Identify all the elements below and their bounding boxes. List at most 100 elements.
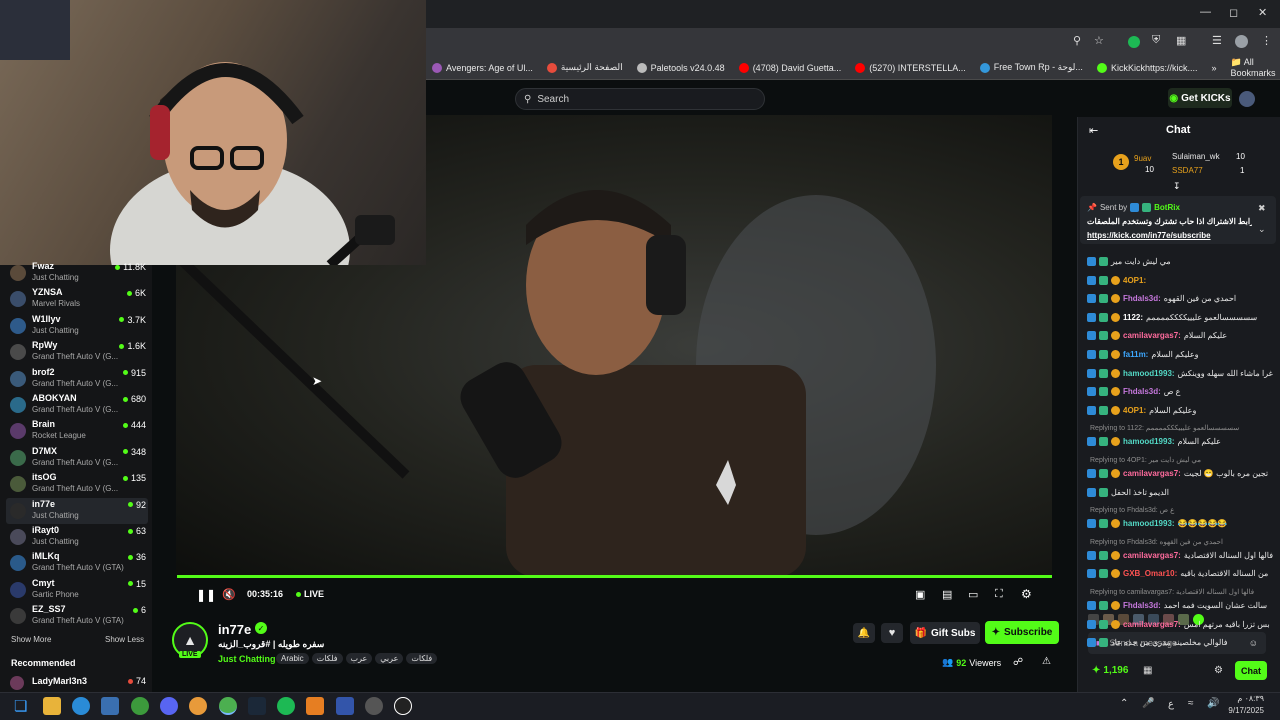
- sidebar-channel[interactable]: RpWy Grand Theft Auto V (G... 1.6K: [6, 339, 148, 365]
- clock-date[interactable]: 9/17/2025: [1224, 706, 1264, 715]
- chat-message[interactable]: Fhdals3d: احمدي من فين القهوه: [1087, 294, 1273, 304]
- chat-message[interactable]: الديمو تاخذ الحفل: [1087, 487, 1273, 497]
- chat-message[interactable]: fa11m: وعليكم السلام: [1087, 350, 1273, 359]
- chat-send-button[interactable]: Chat: [1235, 661, 1267, 680]
- chat-message[interactable]: camilavargas7: عليكم السلام: [1087, 331, 1273, 341]
- sidebar-channel[interactable]: Cmyt Gartic Phone 15: [6, 577, 148, 603]
- obs-icon[interactable]: [365, 697, 383, 715]
- volume-icon[interactable]: 🔊: [1207, 698, 1219, 709]
- sidebar-channel[interactable]: ABOKYAN Grand Theft Auto V (G... 680: [6, 392, 148, 418]
- chat-message[interactable]: camilavargas7: تجين مره بالوب 😁 لجيت: [1087, 469, 1273, 478]
- wifi-icon[interactable]: ≈: [1188, 698, 1194, 709]
- profile-avatar[interactable]: [1235, 35, 1248, 48]
- chat-username[interactable]: camilavargas7:: [1123, 551, 1181, 560]
- stream-tag[interactable]: فلكات: [311, 653, 343, 664]
- all-bookmarks[interactable]: 📁 All Bookmarks: [1230, 57, 1275, 78]
- chat-message[interactable]: Fhdals3d: سالت عشان السويت فمه احمد: [1087, 601, 1273, 610]
- app-icon[interactable]: [336, 697, 354, 715]
- chat-message[interactable]: camilavargas7: فالها اول السناله الاقتصاد…: [1087, 550, 1273, 560]
- chat-message[interactable]: camilavargas7: بس تزرا باقيه مرتهم امس: [1087, 619, 1273, 629]
- channel-name[interactable]: in77e: [218, 622, 251, 637]
- user-avatar[interactable]: [1239, 91, 1255, 107]
- chat-username[interactable]: Fhdals3d:: [1123, 601, 1161, 610]
- edge-icon[interactable]: [72, 697, 90, 715]
- calendar-icon[interactable]: ▦: [1143, 665, 1152, 676]
- settings-gear-icon[interactable]: ⚙: [1021, 587, 1032, 601]
- share-icon[interactable]: ☍: [1013, 657, 1023, 668]
- chrome-icon[interactable]: [219, 697, 237, 715]
- xbox-icon[interactable]: [131, 697, 149, 715]
- show-less-button[interactable]: Show Less: [105, 635, 144, 644]
- star-icon[interactable]: ☆: [1094, 34, 1104, 47]
- chat-username[interactable]: camilavargas7:: [1123, 469, 1181, 478]
- sidebar-channel[interactable]: EZ_SS7 Grand Theft Auto V (GTA) 6: [6, 603, 148, 629]
- windows-start-icon[interactable]: ❏: [14, 697, 27, 715]
- zoom-icon[interactable]: ⚲: [1073, 34, 1081, 47]
- language-indicator[interactable]: ع: [1168, 699, 1174, 710]
- chat-message[interactable]: 1122: سسسسسالعمو عليييككككممممم: [1087, 312, 1273, 322]
- chat-username[interactable]: Fhdals3d:: [1123, 294, 1161, 303]
- chevron-down-icon[interactable]: ⌄: [1258, 224, 1266, 235]
- chat-message[interactable]: 4OP1: وعليكم السلام: [1087, 405, 1273, 415]
- chat-message[interactable]: hamood1993: غرا ماشاء الله سهله ووينكش: [1087, 368, 1273, 378]
- file-explorer-icon[interactable]: [43, 697, 61, 715]
- minimize-icon[interactable]: —: [1200, 6, 1211, 18]
- sidebar-channel[interactable]: YZNSA Marvel Rivals 6K: [6, 286, 148, 312]
- bookmark-item[interactable]: Paletools v24.0.48: [636, 62, 725, 73]
- chat-username[interactable]: hamood1993:: [1123, 519, 1175, 528]
- bookmark-item[interactable]: Free Town Rp - لوحة...: [979, 62, 1083, 73]
- chat-username[interactable]: camilavargas7:: [1123, 331, 1181, 340]
- report-icon[interactable]: ⚠: [1042, 656, 1051, 667]
- menu-icon[interactable]: ⋮: [1261, 34, 1272, 47]
- bookmark-item[interactable]: Avengers: Age of Ul...: [432, 62, 533, 73]
- app-icon[interactable]: [306, 697, 324, 715]
- sidebar-channel[interactable]: Brain Rocket League 444: [6, 418, 148, 444]
- sidebar-channel[interactable]: brof2 Grand Theft Auto V (G... 915: [6, 366, 148, 392]
- chat-username[interactable]: camilavargas7:: [1123, 620, 1181, 629]
- chat-username[interactable]: 4OP1:: [1123, 406, 1146, 415]
- app-icon[interactable]: [189, 697, 207, 715]
- chat-username[interactable]: fa11m:: [1123, 350, 1148, 359]
- chat-username[interactable]: hamood1993:: [1123, 369, 1175, 378]
- bookmark-item[interactable]: (4708) David Guetta...: [738, 62, 841, 73]
- recommended-channel-name[interactable]: LadyMarl3n3: [32, 676, 87, 686]
- close-icon[interactable]: ✕: [1258, 6, 1267, 19]
- unpin-icon[interactable]: ✖: [1258, 203, 1266, 214]
- show-more-button[interactable]: Show More: [11, 635, 51, 644]
- stream-tag[interactable]: عرب: [345, 653, 373, 664]
- bookmark-item[interactable]: الصفحة الرئيسية: [546, 62, 623, 73]
- chat-message[interactable]: GXB_Omar10: من السناله الاقتصادية باقيه: [1087, 569, 1273, 579]
- media-icon[interactable]: ☰: [1212, 34, 1222, 47]
- sidebar-channel[interactable]: iRayt0 Just Chatting 63: [6, 524, 148, 550]
- follow-heart-icon[interactable]: ♥: [881, 623, 903, 643]
- chat-message[interactable]: hamood1993: عليكم السلام: [1087, 437, 1273, 447]
- chat-settings-icon[interactable]: ⚙: [1214, 665, 1223, 676]
- pause-icon[interactable]: ❚❚: [196, 588, 216, 602]
- miniplayer-icon[interactable]: ▤: [942, 588, 952, 601]
- get-kicks-button[interactable]: ◉ Get KICKs: [1168, 88, 1232, 108]
- notification-bell-icon[interactable]: 🔔: [853, 623, 875, 643]
- chat-message[interactable]: مي ليش دايت مير: [1087, 257, 1273, 266]
- chevron-up-icon[interactable]: ⌃: [1120, 698, 1128, 709]
- microphone-icon[interactable]: 🎤: [1142, 698, 1154, 709]
- chat-username[interactable]: hamood1993:: [1123, 437, 1175, 446]
- puzzle-icon[interactable]: ▦: [1176, 34, 1186, 47]
- chat-message[interactable]: Fhdals3d: ع ص: [1087, 387, 1273, 397]
- stream-tag[interactable]: عربي: [375, 653, 404, 664]
- bookmark-item[interactable]: KickKickhttps://kick....: [1096, 62, 1197, 73]
- chevron-right-icon[interactable]: »: [1211, 63, 1216, 73]
- spotify-icon[interactable]: [277, 697, 295, 715]
- extension-icon[interactable]: [1128, 36, 1140, 48]
- maximize-icon[interactable]: ◻: [1229, 6, 1238, 19]
- sidebar-channel[interactable]: in77e Just Chatting 92: [6, 497, 148, 524]
- sidebar-channel[interactable]: D7MX Grand Theft Auto V (G... 348: [6, 445, 148, 471]
- steam-icon[interactable]: [248, 697, 266, 715]
- clip-icon[interactable]: ▣: [915, 588, 925, 601]
- clock-time[interactable]: ٠٨:٣٩ م: [1226, 694, 1264, 703]
- stream-category[interactable]: Just Chatting: [218, 654, 276, 664]
- unreal-engine-icon[interactable]: [394, 697, 412, 715]
- bookmark-item[interactable]: (5270) INTERSTELLA...: [855, 62, 966, 73]
- channel-points[interactable]: ✦ 1,196: [1092, 665, 1128, 676]
- stream-tag[interactable]: Arabic: [276, 653, 309, 664]
- gift-subs-button[interactable]: 🎁 Gift Subs: [910, 622, 980, 644]
